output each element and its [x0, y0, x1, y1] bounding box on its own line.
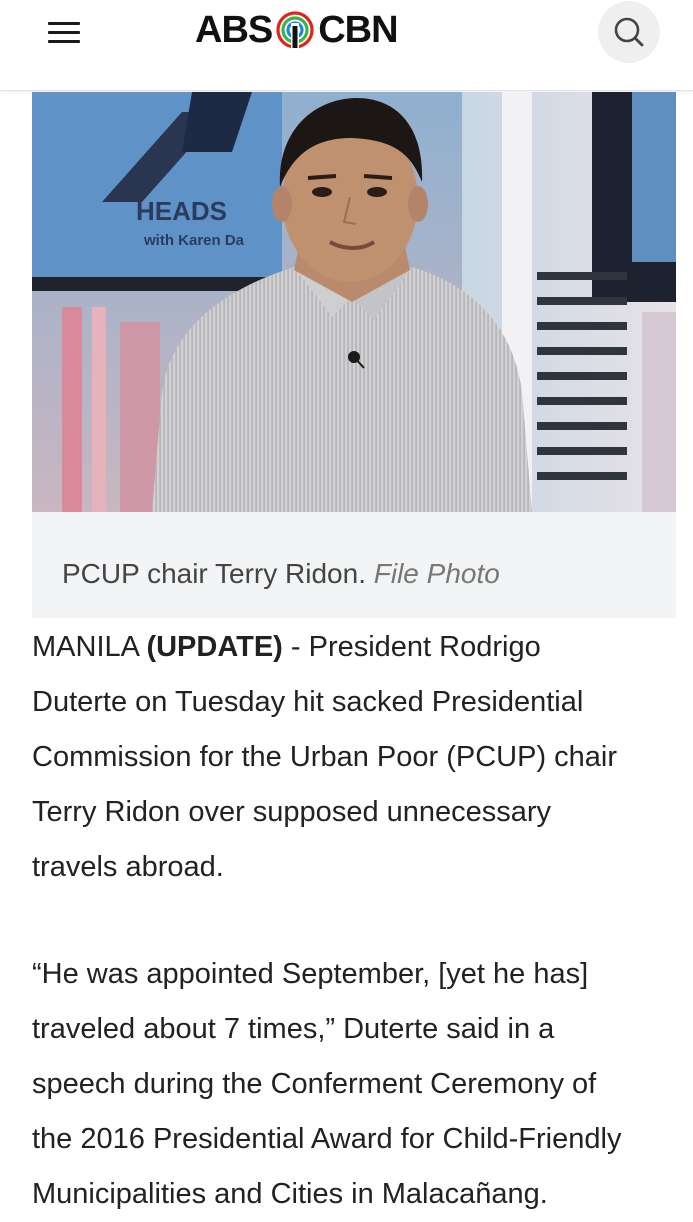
abs-cbn-logo[interactable]: ABS CBN — [195, 8, 399, 52]
menu-line — [48, 31, 80, 34]
search-icon — [614, 17, 644, 47]
article-paragraph: MANILA (UPDATE) - President Rodrigo Dute… — [32, 620, 672, 895]
article-paragraph: “He was appointed September, [yet he has… — [32, 947, 672, 1222]
photo-caption: PCUP chair Terry Ridon. File Photo — [32, 512, 676, 618]
article-line: the 2016 Presidential Award for Child-Fr… — [32, 1123, 622, 1155]
dateline: MANILA — [32, 631, 147, 663]
article-photo: HEADS with Karen Da — [32, 92, 676, 512]
menu-line — [48, 40, 80, 43]
article-line: Duterte on Tuesday hit sacked Presidenti… — [32, 686, 584, 718]
caption-description: PCUP chair Terry Ridon. — [62, 558, 366, 589]
article-line: Terry Ridon over supposed unnecessary — [32, 796, 552, 828]
photo-illustration: HEADS with Karen Da — [32, 92, 676, 512]
menu-line — [48, 22, 80, 25]
article-line-text: - President Rodrigo — [282, 631, 541, 663]
article-line: Municipalities and Cities in Malacañang. — [32, 1178, 548, 1210]
article-line: Commission for the Urban Poor (PCUP) cha… — [32, 741, 618, 773]
article-line: MANILA (UPDATE) - President Rodrigo — [32, 620, 672, 675]
caption-text: PCUP chair Terry Ridon. File Photo — [62, 558, 500, 590]
logo-text-abs: ABS — [195, 8, 273, 51]
article-line: “He was appointed September, [yet he has… — [32, 958, 589, 990]
update-tag: (UPDATE) — [146, 631, 283, 663]
article-line: travels abroad. — [32, 851, 224, 883]
logo-text-cbn: CBN — [318, 8, 398, 51]
article-line: speech during the Conferment Ceremony of — [32, 1068, 597, 1100]
search-button[interactable] — [598, 1, 660, 63]
backdrop-heads-text: HEADS — [136, 196, 227, 226]
logo-rings-icon — [276, 11, 314, 50]
caption-credit: File Photo — [373, 558, 500, 589]
article-body: MANILA (UPDATE) - President Rodrigo Dute… — [32, 620, 672, 1222]
top-header: ABS CBN — [0, 0, 693, 91]
hamburger-menu-icon[interactable] — [44, 18, 84, 48]
backdrop-subtitle-text: with Karen Da — [143, 232, 245, 249]
article-line: traveled about 7 times,” Duterte said in… — [32, 1013, 555, 1045]
